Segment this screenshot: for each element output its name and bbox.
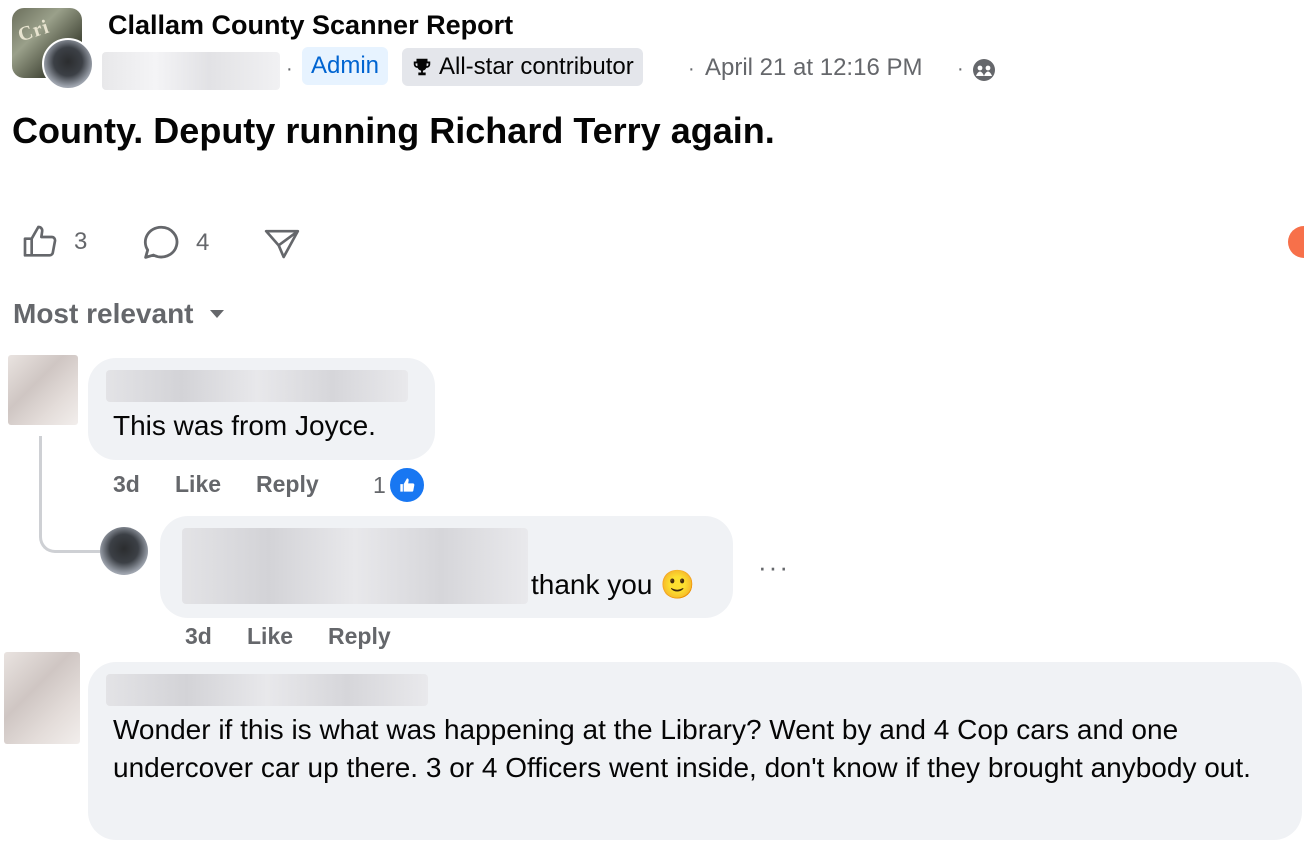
comment-like-button[interactable]: Like bbox=[175, 471, 221, 498]
comment-time[interactable]: 3d bbox=[113, 471, 140, 498]
comment-text: This was from Joyce. bbox=[113, 410, 376, 441]
reply-text: thank you 🙂 bbox=[531, 569, 696, 600]
sort-label: Most relevant bbox=[13, 298, 194, 329]
commenter-name-redacted[interactable] bbox=[106, 674, 428, 706]
comment-button[interactable]: 4 bbox=[140, 222, 209, 264]
commenter-avatar[interactable] bbox=[8, 355, 78, 425]
admin-badge[interactable]: Admin bbox=[302, 47, 389, 85]
allstar-badge[interactable]: All-star contributor bbox=[402, 48, 643, 86]
separator-dot: · bbox=[286, 58, 293, 80]
separator-dot: · bbox=[957, 58, 964, 80]
comment-reaction-count[interactable]: 1 bbox=[373, 466, 426, 504]
like-reaction-icon bbox=[387, 466, 426, 504]
reaction-count-number: 1 bbox=[373, 471, 386, 498]
post-text: County. Deputy running Richard Terry aga… bbox=[12, 110, 775, 151]
author-avatar[interactable] bbox=[42, 38, 94, 90]
reply-bubble: thank you 🙂 bbox=[160, 516, 733, 618]
sort-dropdown[interactable]: Most relevant bbox=[13, 298, 226, 330]
post-date[interactable]: April 21 at 12:16 PM bbox=[705, 54, 922, 82]
reply-reply-button[interactable]: Reply bbox=[328, 623, 391, 650]
separator-dot: · bbox=[688, 58, 695, 80]
angry-reaction-icon[interactable] bbox=[1288, 226, 1304, 258]
caret-down-icon bbox=[209, 310, 224, 318]
group-name[interactable]: Clallam County Scanner Report bbox=[108, 10, 513, 41]
reply-time[interactable]: 3d bbox=[185, 623, 212, 650]
audience-icon[interactable] bbox=[972, 58, 996, 82]
thumbs-up-icon bbox=[23, 225, 57, 257]
like-button[interactable]: 3 bbox=[20, 222, 87, 262]
commenter-avatar[interactable] bbox=[4, 652, 80, 744]
reply-like-button[interactable]: Like bbox=[247, 623, 293, 650]
thread-connector bbox=[39, 436, 100, 553]
author-name-redacted[interactable] bbox=[102, 52, 280, 90]
like-count: 3 bbox=[74, 228, 88, 255]
allstar-label: All-star contributor bbox=[439, 53, 634, 80]
group-avatar-text: Cri bbox=[15, 15, 53, 47]
share-icon bbox=[264, 229, 300, 259]
comment-count: 4 bbox=[196, 229, 210, 256]
comment-text: Wonder if this is what was happening at … bbox=[113, 714, 1251, 783]
more-options-button[interactable]: ··· bbox=[758, 552, 790, 583]
reply-author-avatar[interactable] bbox=[100, 527, 148, 575]
trophy-icon bbox=[413, 58, 431, 76]
comment-bubble: Wonder if this is what was happening at … bbox=[88, 662, 1302, 840]
reply-name-redacted[interactable] bbox=[182, 528, 528, 604]
comment-icon bbox=[143, 225, 179, 259]
share-button[interactable] bbox=[262, 222, 302, 262]
comment-reply-button[interactable]: Reply bbox=[256, 471, 319, 498]
comment-bubble: This was from Joyce. bbox=[88, 358, 435, 460]
commenter-name-redacted[interactable] bbox=[106, 370, 408, 402]
